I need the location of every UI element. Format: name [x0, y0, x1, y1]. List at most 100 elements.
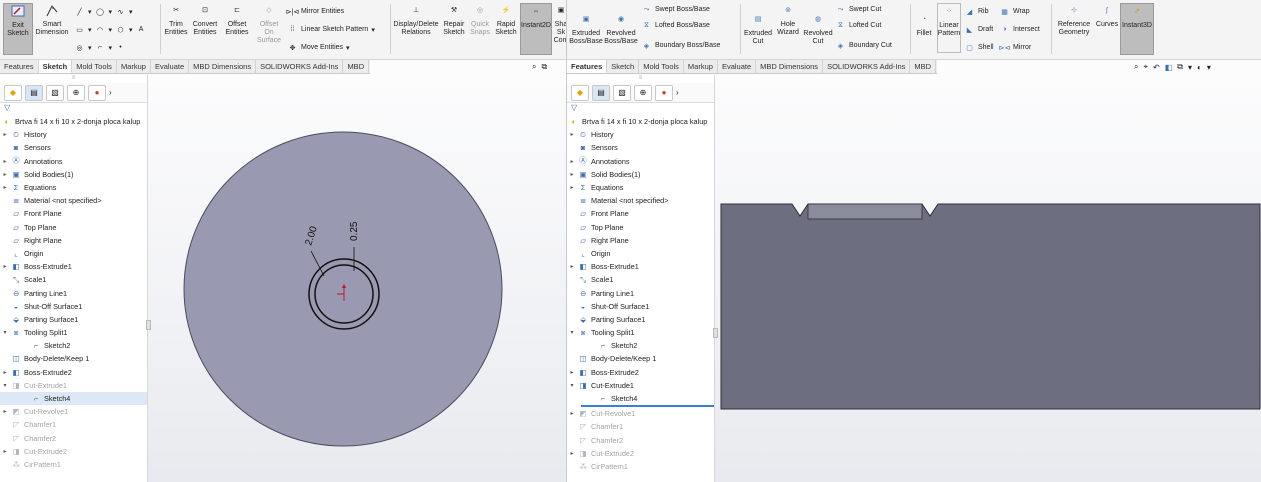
- zoom-to-fit-icon[interactable]: ⌕: [1134, 62, 1138, 72]
- cut-recess[interactable]: [807, 203, 923, 220]
- tree-item-solid-bodies-1[interactable]: ▸ ▣ Solid Bodies(1): [0, 168, 147, 181]
- repair-sketch-button[interactable]: ⚒ Repair Sketch: [441, 3, 467, 55]
- tab-mbd[interactable]: MBD: [910, 60, 937, 73]
- tab-solidworks-add-ins[interactable]: SOLIDWORKS Add-Ins: [823, 60, 911, 73]
- tree-item-body-delete-keep-1[interactable]: ◫ Body-Delete/Keep 1: [0, 352, 147, 365]
- more-tabs-chevron-icon[interactable]: ›: [676, 88, 679, 97]
- move-entities-button[interactable]: ✥ Move Entities ▾: [287, 42, 350, 53]
- revolved-cut-button[interactable]: ◍ Revolved Cut: [803, 12, 833, 52]
- tree-item-material-not-specified[interactable]: ≣ Material <not specified>: [567, 194, 714, 207]
- search-icon[interactable]: ⌕: [532, 62, 536, 72]
- tree-item-parting-surface1[interactable]: ⬙ Parting Surface1: [0, 313, 147, 326]
- tree-item-cut-extrude1[interactable]: ▾ ◨ Cut-Extrude1: [0, 379, 147, 392]
- tree-item-top-plane[interactable]: ▱ Top Plane: [567, 221, 714, 234]
- tree-item-equations[interactable]: ▸ Σ Equations: [0, 181, 147, 194]
- right-graphics-area[interactable]: [716, 75, 1261, 482]
- tree-item-scale1[interactable]: ⤡ Scale1: [0, 273, 147, 286]
- line-circle-spline-tools[interactable]: ╱ ▾ ◯ ▾ ∿ ▾: [74, 6, 132, 17]
- tree-item-sensors[interactable]: ◙ Sensors: [0, 141, 147, 154]
- tree-item-boss-extrude1[interactable]: ▸ ◧ Boss-Extrude1: [0, 260, 147, 273]
- tab-solidworks-add-ins[interactable]: SOLIDWORKS Add-Ins: [256, 60, 344, 73]
- tab-mbd-dimensions[interactable]: MBD Dimensions: [756, 60, 824, 73]
- tree-item-annotations[interactable]: ▸ Ⓐ Annotations: [0, 155, 147, 168]
- intersect-button[interactable]: ◑ Intersect: [999, 24, 1039, 35]
- tree-item-origin[interactable]: ⌞ Origin: [567, 247, 714, 260]
- panel-grip[interactable]: ≡: [0, 75, 147, 83]
- tab-mold-tools[interactable]: Mold Tools: [639, 60, 684, 73]
- tab-mbd-dimensions[interactable]: MBD Dimensions: [189, 60, 257, 73]
- trim-entities-button[interactable]: ✂ Trim Entities: [164, 3, 188, 55]
- featuremanager-tab-icon[interactable]: ▤: [25, 84, 43, 101]
- tree-item-scale1[interactable]: ⤡ Scale1: [567, 273, 714, 286]
- propertymanager-tab-icon[interactable]: ▧: [613, 84, 631, 101]
- tree-item-history[interactable]: ▸ ⏲ History: [0, 128, 147, 141]
- tab-features[interactable]: Features: [567, 60, 608, 73]
- tree-item-cut-extrude1[interactable]: ▾ ◨ Cut-Extrude1: [567, 379, 714, 392]
- view-icon[interactable]: ⧉: [541, 62, 547, 72]
- tree-item-cut-extrude2[interactable]: ▸ ◨ Cut-Extrude2: [567, 447, 714, 460]
- hide-show-items-icon[interactable]: ◐: [1197, 63, 1202, 72]
- part-face[interactable]: [183, 131, 503, 447]
- propertymanager-tab-icon[interactable]: ▧: [46, 84, 64, 101]
- expand-arrow-icon[interactable]: ▸: [569, 131, 575, 138]
- expand-arrow-icon[interactable]: ▸: [569, 158, 575, 165]
- slot-fillet-point-tools[interactable]: ◎ ▾ ⌐ ▾ •: [74, 42, 126, 53]
- instant3d-button[interactable]: ⇗ Instant3D: [1120, 3, 1154, 55]
- tree-item-chamfer2[interactable]: ◸ Chamfer2: [0, 432, 147, 445]
- swept-cut-button[interactable]: ⤳ Swept Cut: [835, 4, 882, 15]
- tree-item-right-plane[interactable]: ▱ Right Plane: [567, 234, 714, 247]
- configuration-tab-icon[interactable]: ⊕: [634, 84, 652, 101]
- draft-button[interactable]: ◣ Draft: [964, 24, 993, 35]
- tree-item-sensors[interactable]: ◙ Sensors: [567, 141, 714, 154]
- collapse-arrow-icon[interactable]: ▾: [569, 382, 575, 389]
- tree-item-top-plane[interactable]: ▱ Top Plane: [0, 221, 147, 234]
- mirror-button[interactable]: ⊳⊲ Mirror: [999, 42, 1032, 53]
- boundary-cut-button[interactable]: ◈ Boundary Cut: [835, 40, 892, 51]
- expand-arrow-icon[interactable]: ▸: [2, 131, 8, 138]
- quick-snaps-button[interactable]: ◎ Quick Snaps: [469, 3, 491, 55]
- more-tabs-chevron-icon[interactable]: ›: [109, 88, 112, 97]
- tree-item-tooling-split1[interactable]: ▾ ⧈ Tooling Split1: [0, 326, 147, 339]
- instant2d-button[interactable]: ⇔ Instant2D: [520, 3, 552, 55]
- tab-evaluate[interactable]: Evaluate: [718, 60, 757, 73]
- tree-item-front-plane[interactable]: ▱ Front Plane: [0, 207, 147, 220]
- tab-mold-tools[interactable]: Mold Tools: [72, 60, 117, 73]
- lofted-boss-button[interactable]: ⧖ Lofted Boss/Base: [641, 20, 710, 31]
- tab-sketch[interactable]: Sketch: [38, 60, 73, 73]
- expand-arrow-icon[interactable]: ▸: [2, 448, 8, 455]
- tree-item-sketch2[interactable]: ⌐ Sketch2: [0, 339, 147, 352]
- tab-markup[interactable]: Markup: [684, 60, 718, 73]
- tab-sketch[interactable]: Sketch: [607, 60, 640, 73]
- filter-icon[interactable]: ▽: [4, 103, 10, 112]
- exit-sketch-button[interactable]: Exit Sketch: [3, 3, 33, 55]
- tree-item-sketch4[interactable]: ⌐ Sketch4: [567, 392, 714, 405]
- tree-item-equations[interactable]: ▸ Σ Equations: [567, 181, 714, 194]
- featuremanager-tab-icon[interactable]: ▤: [592, 84, 610, 101]
- tab-features[interactable]: Features: [0, 60, 39, 73]
- tree-item-front-plane[interactable]: ▱ Front Plane: [567, 207, 714, 220]
- rectangle-polygon-text-tools[interactable]: ▭ ▾ ◠ ▾ ⬡ ▾ A: [74, 24, 147, 35]
- lofted-cut-button[interactable]: ⧖ Lofted Cut: [835, 20, 881, 31]
- rapid-sketch-button[interactable]: ⚡ Rapid Sketch: [494, 3, 518, 55]
- tree-item-tooling-split1[interactable]: ▾ ⧈ Tooling Split1: [567, 326, 714, 339]
- tree-item-body-delete-keep-1[interactable]: ◫ Body-Delete/Keep 1: [567, 352, 714, 365]
- swept-boss-button[interactable]: ⤳ Swept Boss/Base: [641, 4, 710, 15]
- fillet-button[interactable]: ◔ Fillet: [913, 12, 935, 52]
- expand-arrow-icon[interactable]: ▸: [2, 184, 8, 191]
- tree-item-boss-extrude2[interactable]: ▸ ◧ Boss-Extrude2: [0, 366, 147, 379]
- configuration-tab-icon[interactable]: ⊕: [67, 84, 85, 101]
- zoom-to-area-icon[interactable]: ⌖: [1143, 62, 1148, 72]
- tree-item-solid-bodies-1[interactable]: ▸ ▣ Solid Bodies(1): [567, 168, 714, 181]
- wrap-button[interactable]: ▦ Wrap: [999, 6, 1029, 17]
- hole-wizard-button[interactable]: ⊚ Hole Wizard: [775, 3, 801, 53]
- extruded-boss-button[interactable]: ▣ Extruded Boss/Base: [569, 12, 603, 52]
- linear-pattern-button[interactable]: ⁘ Linear Pattern: [937, 3, 961, 53]
- reference-geometry-button[interactable]: ⊹ Reference Geometry: [1054, 3, 1094, 53]
- tree-item-cut-revolve1[interactable]: ▸ ◩ Cut-Revolve1: [0, 405, 147, 418]
- tree-item-chamfer1[interactable]: ◸ Chamfer1: [567, 420, 714, 433]
- tree-item-shut-off-surface1[interactable]: ◒ Shut-Off Surface1: [0, 300, 147, 313]
- appearance-tab-icon[interactable]: ◆: [571, 84, 589, 101]
- tree-item-chamfer2[interactable]: ◸ Chamfer2: [567, 434, 714, 447]
- display-delete-relations-button[interactable]: ⊥ Display/Delete Relations: [393, 3, 439, 55]
- expand-arrow-icon[interactable]: ▸: [2, 158, 8, 165]
